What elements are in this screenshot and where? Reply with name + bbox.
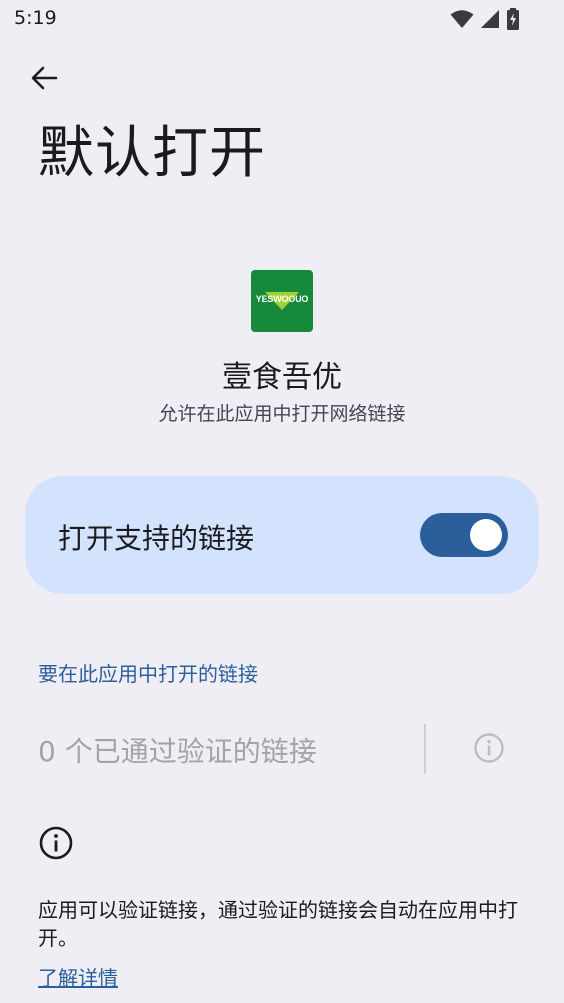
- verified-links-text: 0 个已通过验证的链接: [38, 735, 317, 768]
- footer-description: 应用可以验证链接，通过验证的链接会自动在应用中打开。: [38, 898, 518, 950]
- links-section-header: 要在此应用中打开的链接: [38, 662, 258, 686]
- battery-charging-icon: [506, 8, 520, 30]
- wifi-icon: [450, 9, 474, 29]
- app-name: 壹食吾优: [222, 360, 342, 395]
- verified-links-info-button[interactable]: [471, 732, 507, 768]
- page: 5:19 默认打开 YESWOOUO 壹食吾优 允许在此应用中打开网络链接 打开…: [0, 0, 564, 1003]
- open-supported-links-switch[interactable]: [420, 513, 508, 557]
- info-icon: [38, 825, 74, 861]
- status-bar: 5:19: [0, 0, 564, 38]
- toggle-label: 打开支持的链接: [58, 522, 255, 555]
- app-subtitle: 允许在此应用中打开网络链接: [158, 403, 406, 425]
- status-time: 5:19: [14, 7, 57, 29]
- back-button[interactable]: [26, 62, 62, 98]
- app-icon: YESWOOUO: [251, 270, 313, 332]
- open-supported-links-toggle-card[interactable]: 打开支持的链接: [25, 476, 539, 594]
- verified-links-row: 0 个已通过验证的链接: [38, 722, 528, 776]
- cellular-signal-icon: [480, 9, 500, 29]
- status-icons: [450, 8, 520, 30]
- vertical-divider: [424, 724, 426, 774]
- learn-more-link[interactable]: 了解详情: [38, 962, 118, 991]
- app-icon-label: YESWOOUO: [255, 294, 309, 304]
- arrow-back-icon: [30, 64, 58, 96]
- info-icon: [473, 732, 505, 768]
- switch-thumb: [470, 519, 502, 551]
- page-title: 默认打开: [38, 121, 266, 186]
